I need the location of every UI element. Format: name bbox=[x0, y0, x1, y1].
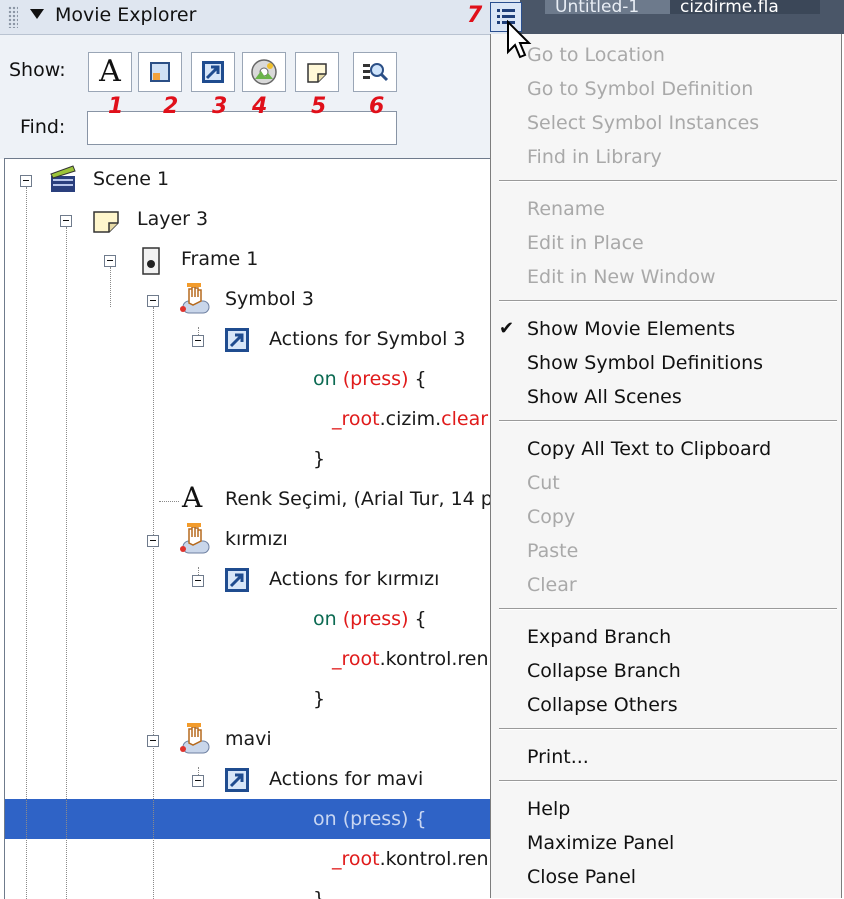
expand-toggle-frame[interactable] bbox=[104, 255, 116, 267]
menu-separator bbox=[499, 180, 837, 182]
code-line-selected[interactable]: on (press) { bbox=[313, 799, 427, 839]
code-line-close-1[interactable]: } bbox=[313, 439, 325, 479]
code-line-root-kontrol[interactable]: _root.kontrol.ren bbox=[332, 639, 489, 679]
actionscript-filter-button[interactable] bbox=[191, 52, 235, 92]
expand-toggle-scene[interactable] bbox=[20, 175, 32, 187]
menu-item-go-to-location[interactable]: Go to Location bbox=[527, 44, 665, 66]
menu-separator bbox=[499, 420, 837, 422]
annotation-number-4: 4 bbox=[252, 94, 268, 119]
tree-item-layer[interactable]: Layer 3 bbox=[137, 199, 208, 239]
find-input[interactable] bbox=[87, 111, 397, 145]
annotation-number-1: 1 bbox=[108, 94, 124, 119]
tree-item-text[interactable]: Renk Seçimi, (Arial Tur, 14 p bbox=[225, 479, 491, 519]
media-filter-button[interactable] bbox=[242, 52, 286, 92]
find-label: Find: bbox=[20, 116, 66, 138]
menu-separator bbox=[499, 300, 837, 302]
menu-item-maximize-panel[interactable]: Maximize Panel bbox=[527, 832, 674, 854]
button-hand-icon bbox=[180, 283, 210, 314]
code-line-on-press-1[interactable]: on (press) { bbox=[313, 359, 427, 399]
panel-grip-handle[interactable] bbox=[8, 6, 18, 28]
menu-item-collapse-others[interactable]: Collapse Others bbox=[527, 694, 678, 716]
code-line-root-cizim[interactable]: _root.cizim.clear bbox=[332, 399, 488, 439]
menu-item-find-in-library[interactable]: Find in Library bbox=[527, 146, 662, 168]
layer-icon bbox=[93, 211, 119, 233]
tree-item-actions-kirmizi[interactable]: Actions for kırmızı bbox=[269, 559, 439, 599]
scene-clapper-icon bbox=[50, 165, 76, 192]
tree-item-frame[interactable]: Frame 1 bbox=[181, 239, 258, 279]
menu-item-rename[interactable]: Rename bbox=[527, 198, 605, 220]
actions-arrow-icon bbox=[225, 328, 249, 352]
tree-item-symbol3[interactable]: Symbol 3 bbox=[225, 279, 314, 319]
frames-layers-filter-button[interactable] bbox=[295, 52, 339, 92]
tab-cizdirme[interactable]: cizdirme.fla bbox=[670, 0, 820, 14]
menu-item-edit-in-new-window[interactable]: Edit in New Window bbox=[527, 266, 716, 288]
menu-item-clear[interactable]: Clear bbox=[527, 574, 577, 596]
actions-arrow-icon bbox=[225, 768, 249, 792]
menu-item-help[interactable]: Help bbox=[527, 798, 570, 820]
checkmark-icon: ✔ bbox=[499, 318, 515, 339]
menu-item-copy[interactable]: Copy bbox=[527, 506, 575, 528]
menu-item-edit-in-place[interactable]: Edit in Place bbox=[527, 232, 644, 254]
annotation-number-6: 6 bbox=[369, 94, 385, 119]
panel-collapse-arrow-icon[interactable] bbox=[30, 9, 44, 19]
tree-item-scene[interactable]: Scene 1 bbox=[93, 159, 169, 199]
tree-item-kirmizi[interactable]: kırmızı bbox=[225, 519, 288, 559]
symbol-square-icon bbox=[150, 62, 170, 82]
magnifier-list-icon bbox=[363, 63, 389, 82]
menu-separator bbox=[499, 780, 837, 782]
frame-icon bbox=[142, 247, 160, 275]
code-line-close-2[interactable]: } bbox=[313, 679, 325, 719]
expand-toggle-mavi[interactable] bbox=[147, 735, 159, 747]
button-hand-icon bbox=[180, 723, 210, 754]
annotation-number-2: 2 bbox=[163, 94, 179, 119]
code-line-on-press-2[interactable]: on (press) { bbox=[313, 599, 427, 639]
media-disc-icon bbox=[251, 59, 277, 85]
menu-item-select-symbol-instances[interactable]: Select Symbol Instances bbox=[527, 112, 759, 134]
expand-toggle-symbol3[interactable] bbox=[147, 295, 159, 307]
menu-item-go-to-symbol-definition[interactable]: Go to Symbol Definition bbox=[527, 78, 753, 100]
menu-item-paste[interactable]: Paste bbox=[527, 540, 578, 562]
menu-item-show-movie-elements[interactable]: Show Movie Elements bbox=[527, 318, 735, 340]
layer-page-icon bbox=[307, 63, 327, 83]
annotation-number-7: 7 bbox=[467, 3, 483, 28]
text-A-icon: A bbox=[99, 54, 121, 89]
expand-toggle-actions-kirmizi[interactable] bbox=[192, 575, 204, 587]
code-line-root-kontrol-2[interactable]: _root.kontrol.ren bbox=[332, 839, 489, 879]
expand-toggle-actions-mavi[interactable] bbox=[192, 775, 204, 787]
options-context-menu: Go to Location Go to Symbol Definition S… bbox=[490, 34, 842, 898]
text-filter-button[interactable]: A bbox=[88, 52, 132, 92]
menu-item-print[interactable]: Print... bbox=[527, 746, 589, 768]
expand-toggle-kirmizi[interactable] bbox=[147, 535, 159, 547]
action-arrow-icon bbox=[202, 61, 224, 83]
expand-toggle-actions-symbol3[interactable] bbox=[192, 335, 204, 347]
tree-item-actions-symbol3[interactable]: Actions for Symbol 3 bbox=[269, 319, 466, 359]
tree-item-mavi[interactable]: mavi bbox=[225, 719, 272, 759]
actions-arrow-icon bbox=[225, 568, 249, 592]
menu-item-collapse-branch[interactable]: Collapse Branch bbox=[527, 660, 681, 682]
menu-item-show-symbol-definitions[interactable]: Show Symbol Definitions bbox=[527, 352, 763, 374]
mouse-cursor-icon bbox=[507, 20, 532, 59]
menu-separator bbox=[499, 608, 837, 610]
tree-item-actions-mavi[interactable]: Actions for mavi bbox=[269, 759, 423, 799]
text-item-icon: A bbox=[182, 481, 203, 514]
menu-item-copy-all-text[interactable]: Copy All Text to Clipboard bbox=[527, 438, 771, 460]
tab-untitled[interactable]: Untitled-1 bbox=[545, 0, 675, 14]
button-hand-icon bbox=[180, 523, 210, 554]
code-line-close-3[interactable]: } bbox=[313, 879, 325, 899]
menu-separator bbox=[499, 728, 837, 730]
menu-item-cut[interactable]: Cut bbox=[527, 472, 560, 494]
customize-filter-button[interactable] bbox=[353, 52, 397, 92]
movie-tree[interactable]: Scene 1 Layer 3 Frame 1 Symbol 3 Actions… bbox=[4, 158, 491, 899]
panel-title: Movie Explorer bbox=[55, 4, 197, 26]
symbols-filter-button[interactable] bbox=[138, 52, 182, 92]
expand-toggle-layer[interactable] bbox=[60, 215, 72, 227]
menu-item-show-all-scenes[interactable]: Show All Scenes bbox=[527, 386, 682, 408]
annotation-number-3: 3 bbox=[212, 94, 228, 119]
menu-item-close-panel[interactable]: Close Panel bbox=[527, 866, 636, 888]
annotation-number-5: 5 bbox=[311, 94, 327, 119]
show-label: Show: bbox=[9, 59, 66, 81]
menu-item-expand-branch[interactable]: Expand Branch bbox=[527, 626, 671, 648]
